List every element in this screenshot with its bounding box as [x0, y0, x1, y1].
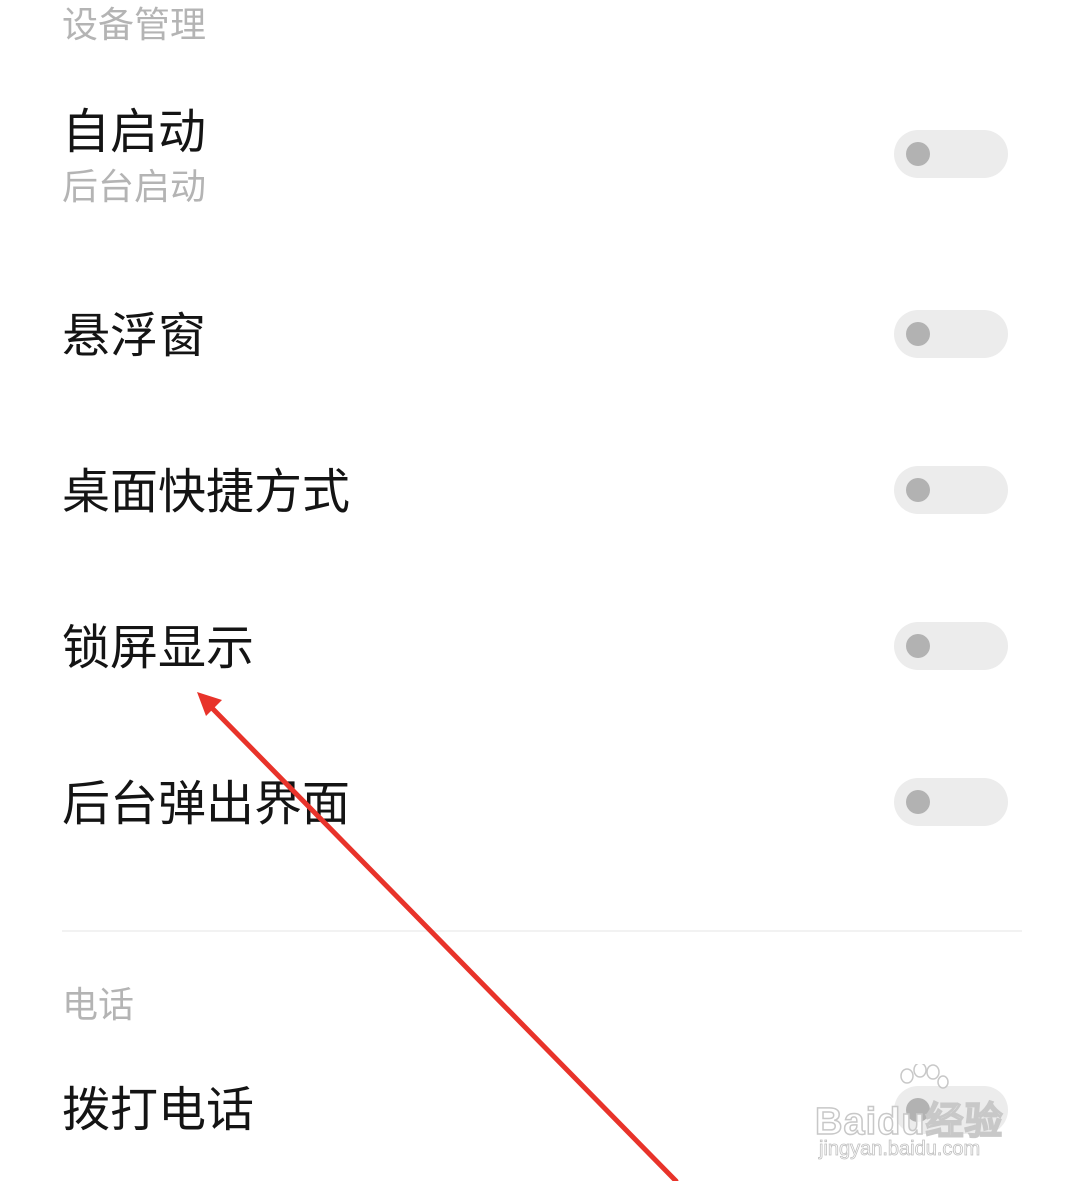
baidu-jingyan-watermark: Baidu经验 jingyan.baidu.com — [814, 1064, 1015, 1168]
background-popup-toggle[interactable] — [894, 778, 1008, 826]
row-title-make-calls: 拨打电话 — [62, 1082, 255, 1138]
toggle-knob — [906, 478, 930, 502]
lock-screen-display-toggle[interactable] — [894, 622, 1008, 670]
toggle-knob — [906, 142, 930, 166]
row-title-background-popup: 后台弹出界面 — [62, 776, 351, 832]
row-title-floating-window: 悬浮窗 — [62, 308, 207, 364]
section-divider — [62, 930, 1022, 932]
toggle-knob — [906, 322, 930, 346]
floating-window-toggle[interactable] — [894, 310, 1008, 358]
toggle-knob — [906, 790, 930, 814]
row-subtitle-autostart: 后台启动 — [62, 167, 207, 208]
toggle-knob — [906, 634, 930, 658]
desktop-shortcut-toggle[interactable] — [894, 466, 1008, 514]
row-title-lock-screen-display: 锁屏显示 — [62, 620, 255, 676]
row-title-autostart: 自启动 — [62, 104, 207, 160]
row-title-desktop-shortcut: 桌面快捷方式 — [62, 464, 351, 520]
watermark-brand: Baidu经验 — [814, 1100, 1004, 1144]
autostart-toggle[interactable] — [894, 130, 1008, 178]
section-header-device-management: 设备管理 — [62, 5, 207, 46]
watermark-url: jingyan.baidu.com — [819, 1138, 981, 1161]
section-header-phone: 电话 — [62, 985, 135, 1026]
